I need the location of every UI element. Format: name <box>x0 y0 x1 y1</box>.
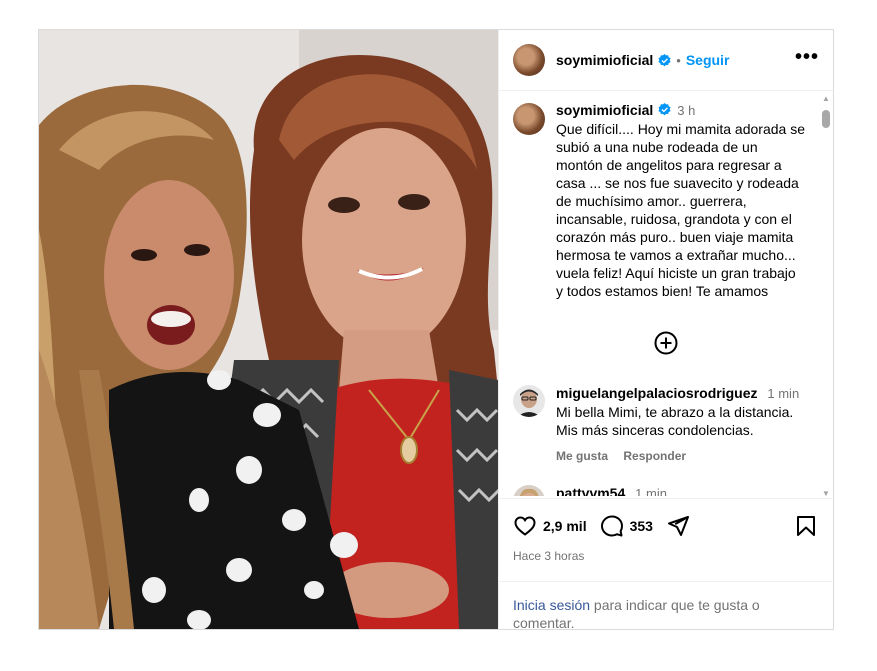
post-footer: 2,9 mil 353 Hace 3 horas Inicia sesión p… <box>499 498 832 632</box>
caption-header: soymimioficial 3 h <box>556 102 806 118</box>
more-options-icon[interactable]: ••• <box>795 47 819 68</box>
post-actions-bar: 2,9 mil 353 <box>499 499 832 541</box>
author-avatar[interactable] <box>513 44 545 76</box>
verified-badge-icon <box>658 103 671 116</box>
comments-count: 353 <box>629 518 653 534</box>
comment-item: pattyvm54 1 min <box>499 485 832 496</box>
paper-plane-icon <box>667 516 689 536</box>
verified-badge-icon <box>658 53 671 66</box>
comment-timestamp: 1 min <box>635 486 667 496</box>
comment-item: miguelangelpalaciosrodriguez 1 min Mi be… <box>499 385 832 463</box>
post-photo-illustration <box>39 30 498 629</box>
comment-header: pattyvm54 1 min <box>556 485 816 496</box>
post-caption: soymimioficial 3 h Que difícil.... Hoy m… <box>499 92 832 300</box>
comments-scrollbar[interactable]: ▲ ▼ <box>821 94 831 498</box>
share-button[interactable] <box>666 514 690 538</box>
plus-circle-icon[interactable] <box>654 331 678 355</box>
heart-icon <box>514 516 536 536</box>
commenter-avatar[interactable] <box>513 485 545 496</box>
comment-body: miguelangelpalaciosrodriguez 1 min Mi be… <box>556 385 816 463</box>
follow-button[interactable]: Seguir <box>686 52 730 68</box>
header-separator: • <box>676 52 681 68</box>
scrollbar-thumb[interactable] <box>822 110 830 128</box>
comment-header: miguelangelpalaciosrodriguez 1 min <box>556 385 816 401</box>
commenter-avatar-image <box>513 485 545 496</box>
bookmark-icon[interactable] <box>794 514 818 538</box>
load-more-comments <box>499 331 832 355</box>
like-button[interactable]: 2,9 mil <box>513 514 587 538</box>
comment-like-button[interactable]: Me gusta <box>556 449 608 463</box>
comments-scroll-area[interactable]: soymimioficial 3 h Que difícil.... Hoy m… <box>499 92 832 496</box>
login-link[interactable]: Inicia sesión <box>513 597 590 613</box>
comment-body: pattyvm54 1 min <box>556 485 816 496</box>
caption-author-avatar[interactable] <box>513 103 545 135</box>
commenter-avatar[interactable] <box>513 385 545 417</box>
caption-text: Que difícil.... Hoy mi mamita adorada se… <box>556 121 805 299</box>
scroll-up-arrow-icon[interactable]: ▲ <box>822 94 830 103</box>
likes-count: 2,9 mil <box>543 518 587 534</box>
comment-actions: Me gusta Responder <box>556 449 816 463</box>
post-side-panel: soymimioficial • Seguir ••• soymimiofici… <box>498 30 833 632</box>
instagram-post-embed: soymimioficial • Seguir ••• soymimiofici… <box>38 29 834 632</box>
author-username[interactable]: soymimioficial <box>556 52 653 68</box>
scroll-down-arrow-icon[interactable]: ▼ <box>822 489 830 498</box>
comment-reply-button[interactable]: Responder <box>623 449 686 463</box>
comment-username[interactable]: miguelangelpalaciosrodriguez <box>556 385 758 401</box>
speech-bubble-icon <box>600 515 623 537</box>
caption-username[interactable]: soymimioficial <box>556 102 653 118</box>
post-header: soymimioficial • Seguir ••• <box>499 30 833 91</box>
post-timestamp: Hace 3 horas <box>513 549 585 563</box>
comment-timestamp: 1 min <box>767 386 800 401</box>
caption-body: soymimioficial 3 h Que difícil.... Hoy m… <box>556 102 806 300</box>
caption-timestamp: 3 h <box>677 103 696 118</box>
comment-text: Mi bella Mimi, te abrazo a la distancia.… <box>556 404 794 438</box>
commenter-avatar-image <box>513 385 545 417</box>
login-prompt: Inicia sesión para indicar que te gusta … <box>499 581 832 632</box>
comment-username[interactable]: pattyvm54 <box>556 485 625 496</box>
comment-button[interactable]: 353 <box>600 514 653 538</box>
post-photo[interactable] <box>39 30 498 629</box>
